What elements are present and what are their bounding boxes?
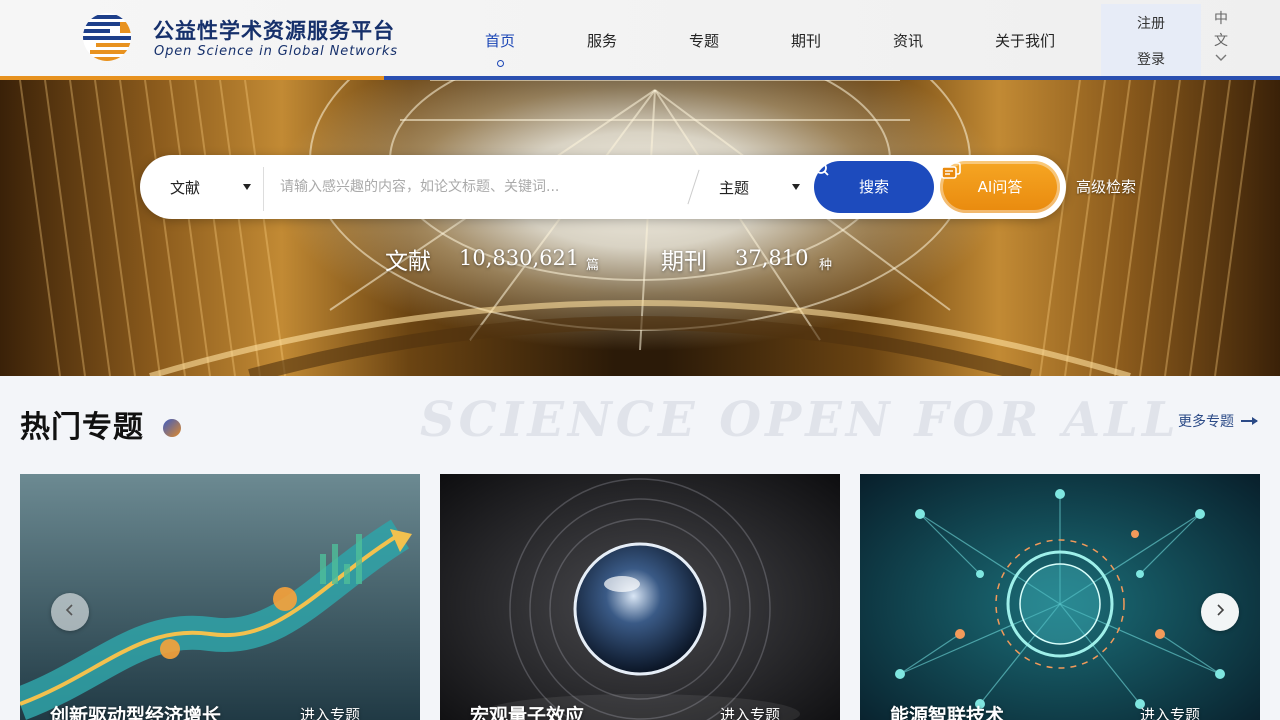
section-watermark: SCIENCE OPEN FOR ALL	[420, 392, 1180, 448]
more-topics-link[interactable]: 更多专题	[1178, 411, 1234, 431]
auth-panel: 注册 登录	[1101, 4, 1201, 76]
site-logo[interactable]: 公益性学术资源服务平台 Open Science in Global Netwo…	[80, 12, 410, 64]
enter-topic-link[interactable]: 进入专题	[300, 704, 360, 720]
site-header: 公益性学术资源服务平台 Open Science in Global Netwo…	[0, 0, 1280, 80]
caret-down-icon	[792, 184, 800, 190]
chevron-left-icon	[65, 604, 73, 616]
nav-journals[interactable]: 期刊	[791, 30, 821, 51]
language-switcher[interactable]: 中 文	[1210, 8, 1232, 64]
enter-topic-link[interactable]: 进入专题	[1140, 704, 1200, 720]
search-button[interactable]: 搜索	[814, 161, 934, 213]
nav-about[interactable]: 关于我们	[995, 30, 1055, 51]
topic-card[interactable]: 能源智联技术 进入专题	[860, 474, 1260, 720]
nav-topics[interactable]: 专题	[689, 30, 719, 51]
carousel-prev-button[interactable]	[51, 593, 89, 631]
search-bar: 文献 主题 搜索 AI问答	[140, 155, 1066, 219]
logo-title-en: Open Science in Global Networks	[154, 44, 398, 59]
nav-news[interactable]: 资讯	[893, 30, 923, 51]
stat-value: 10,830,621	[459, 246, 580, 270]
header-divider-accent	[0, 76, 384, 80]
carousel-next-button[interactable]	[1201, 593, 1239, 631]
stat-value: 37,810	[735, 246, 809, 270]
stat-unit: 种	[819, 258, 833, 273]
stat-label: 期刊	[661, 249, 707, 275]
search-button-label: 搜索	[858, 178, 889, 196]
login-button[interactable]: 登录	[1101, 49, 1201, 69]
logo-mark-icon	[83, 13, 131, 61]
language-label-line1: 中	[1214, 11, 1228, 27]
hero-banner: 文献 主题 搜索 AI问答 高级检索 文献 10,830,621 篇 期刊 37…	[0, 80, 1280, 376]
topic-card[interactable]: 宏观量子效应 进入专题	[440, 474, 840, 720]
search-input[interactable]	[280, 169, 680, 205]
stat-unit: 篇	[586, 258, 600, 273]
topic-card-title: 能源智联技术	[890, 705, 1005, 720]
topic-card-title: 创新驱动型经济增长	[50, 705, 222, 720]
register-button[interactable]: 注册	[1101, 13, 1201, 33]
search-type-select[interactable]: 文献	[170, 177, 200, 198]
nav-services[interactable]: 服务	[587, 30, 617, 51]
enter-topic-link[interactable]: 进入专题	[720, 704, 780, 720]
advanced-search-link[interactable]: 高级检索	[1076, 176, 1136, 197]
stat-label: 文献	[385, 249, 431, 275]
ai-qa-button[interactable]: AI问答	[940, 161, 1060, 213]
search-field-select[interactable]: 主题	[719, 177, 749, 198]
ai-qa-button-label: AI问答	[977, 178, 1023, 196]
search-divider-slash	[687, 169, 700, 205]
ai-chat-icon	[941, 162, 961, 179]
topic-card-image	[860, 474, 1260, 720]
section-badge-icon	[163, 419, 181, 437]
search-divider	[263, 167, 264, 211]
search-icon	[815, 162, 829, 176]
hero-background-image	[19, 80, 1256, 376]
arrow-right-icon	[1241, 417, 1258, 425]
section-title: 热门专题	[20, 410, 144, 445]
nav-home[interactable]: 首页	[485, 30, 515, 51]
chevron-right-icon	[1217, 604, 1225, 616]
topic-card-image	[440, 474, 840, 720]
language-label-line2: 文	[1214, 33, 1228, 49]
topic-card-title: 宏观量子效应	[470, 705, 585, 720]
chevron-down-icon	[1215, 54, 1227, 61]
caret-down-icon	[243, 184, 251, 190]
logo-title-cn: 公益性学术资源服务平台	[153, 19, 395, 43]
nav-active-indicator	[497, 60, 504, 67]
